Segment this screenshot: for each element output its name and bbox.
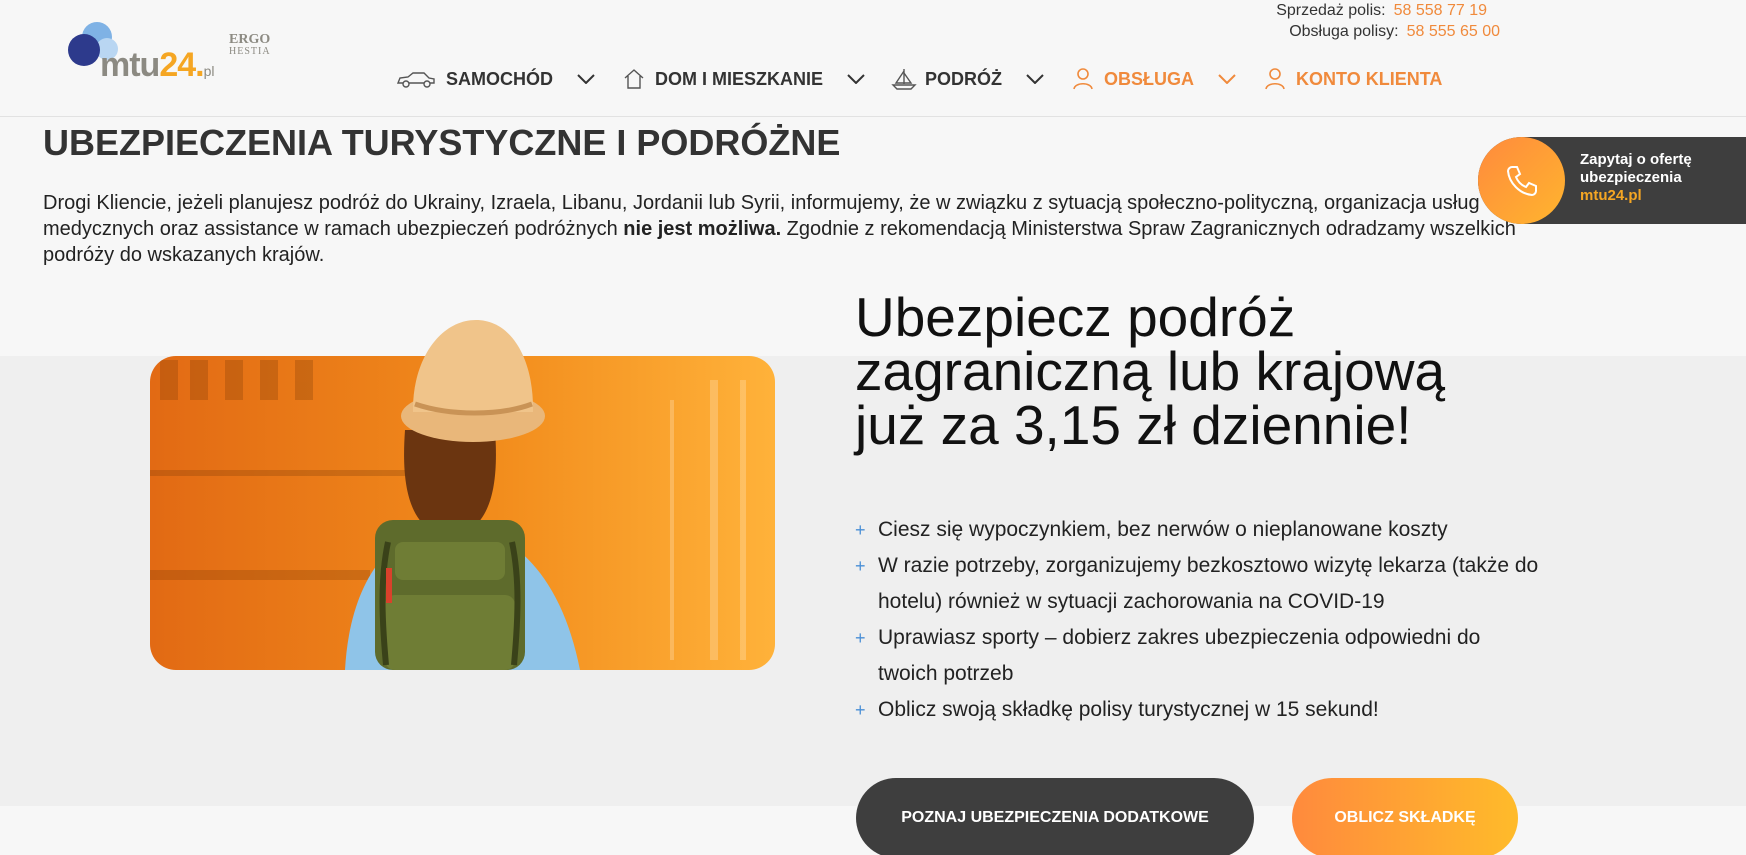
mtu24-logo[interactable]: mtu24.pl ERGO HESTIA xyxy=(68,20,278,90)
nav-label: PODRÓŻ xyxy=(925,68,1003,89)
sales-phone-row: Sprzedaż polis: 58 558 77 19 xyxy=(1276,0,1487,21)
plus-icon: + xyxy=(855,628,866,648)
chevron-down-icon[interactable] xyxy=(1024,71,1046,87)
nav-label: SAMOCHÓD xyxy=(446,68,553,89)
list-item: + Ciesz się wypoczynkiem, bez nerwów o ni… xyxy=(855,512,1545,548)
contact-phones: Sprzedaż polis: 58 558 77 19 Obsługa poli… xyxy=(1276,0,1500,42)
nav-item-podroz[interactable]: PODRÓŻ xyxy=(891,67,1046,91)
travel-notice: Drogi Kliencie, jeżeli planujesz podróż … xyxy=(43,192,1516,266)
hero-headline: Ubezpiecz podróż zagraniczną lub krajową… xyxy=(855,286,1446,456)
partner-logo: ERGO HESTIA xyxy=(229,32,271,58)
chevron-down-icon[interactable] xyxy=(575,71,597,87)
plus-icon: + xyxy=(855,520,866,540)
nav-label: DOM I MIESZKANIE xyxy=(655,68,824,89)
sales-phone-link[interactable]: 58 558 77 19 xyxy=(1394,2,1487,19)
plus-icon: + xyxy=(855,700,866,720)
service-label: Obsługa polisy: xyxy=(1289,23,1399,40)
nav-item-samochod[interactable]: SAMOCHÓD xyxy=(396,67,597,91)
service-phone-row: Obsługa polisy: 58 555 65 00 xyxy=(1276,21,1500,42)
person-icon xyxy=(1262,67,1288,91)
chevron-down-icon[interactable] xyxy=(845,71,867,87)
calculate-premium-button[interactable]: OBLICZ SKŁADKĘ xyxy=(1292,778,1518,855)
notice-emphasis: nie jest możliwa. xyxy=(623,218,782,240)
person-icon xyxy=(1070,67,1096,91)
list-item: + Uprawiasz sporty – dobierz zakres ubezp… xyxy=(855,620,1545,692)
additional-insurance-button[interactable]: POZNAJ UBEZPIECZENIA DODATKOWE xyxy=(856,778,1254,855)
ask-offer-text: Zapytaj o ofertę ubezpieczenia mtu24.pl xyxy=(1580,151,1692,204)
nav-item-dom[interactable]: DOM I MIESZKANIE xyxy=(621,67,867,91)
traveler-illustration xyxy=(150,320,775,670)
nav-label: KONTO KLIENTA xyxy=(1296,68,1443,89)
phone-icon[interactable] xyxy=(1478,137,1565,224)
main-nav: SAMOCHÓD DOM I MIESZKANIE PODRÓŻ OBSŁUGA xyxy=(396,64,1466,94)
ask-offer-widget[interactable]: Zapytaj o ofertę ubezpieczenia mtu24.pl xyxy=(1478,137,1746,224)
house-icon xyxy=(621,67,647,91)
plus-icon: + xyxy=(855,556,866,576)
nav-label: OBSŁUGA xyxy=(1104,68,1195,89)
list-item: + Oblicz swoją składkę polisy turystyczne… xyxy=(855,692,1545,728)
chevron-down-icon[interactable] xyxy=(1216,71,1238,87)
sales-label: Sprzedaż polis: xyxy=(1276,2,1386,19)
page-title: UBEZPIECZENIA TURYSTYCZNE I PODRÓŻNE xyxy=(43,122,841,163)
service-phone-link[interactable]: 58 555 65 00 xyxy=(1407,23,1500,40)
sailboat-icon xyxy=(891,67,917,91)
list-item: + W razie potrzeby, zorganizujemy bezkosz… xyxy=(855,548,1545,620)
site-header: mtu24.pl ERGO HESTIA Sprzedaż polis: 58 55… xyxy=(0,0,1746,117)
logo-wordmark: mtu24.pl xyxy=(100,46,215,84)
benefits-list: + Ciesz się wypoczynkiem, bez nerwów o ni… xyxy=(855,512,1545,728)
nav-item-konto-klienta[interactable]: KONTO KLIENTA xyxy=(1262,67,1442,91)
logo-circle-dark xyxy=(68,34,100,66)
car-icon xyxy=(396,67,436,91)
nav-item-obsluga[interactable]: OBSŁUGA xyxy=(1070,67,1238,91)
